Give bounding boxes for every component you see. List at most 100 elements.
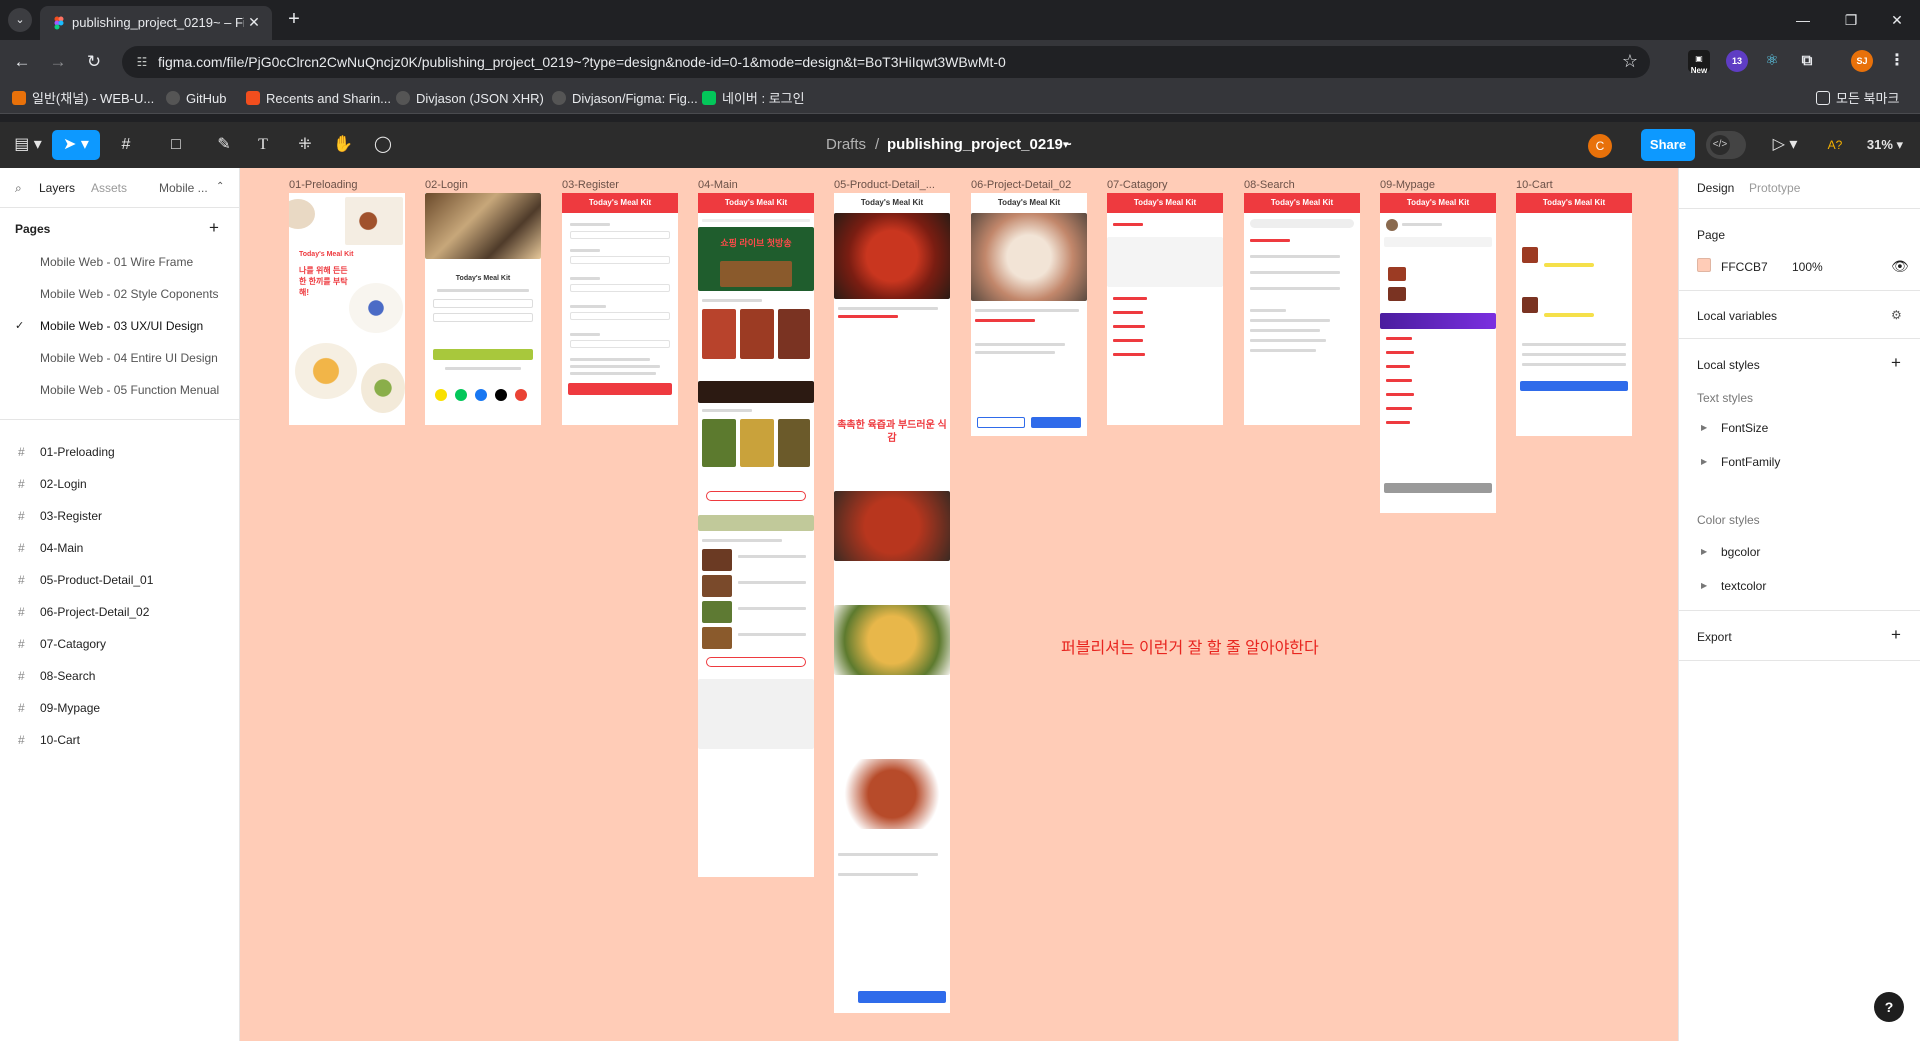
- back-icon[interactable]: ←: [10, 50, 34, 74]
- frame-mypage[interactable]: Today's Meal Kit: [1380, 193, 1496, 513]
- frame-cart[interactable]: Today's Meal Kit: [1516, 193, 1632, 436]
- profile-avatar[interactable]: SJ: [1851, 50, 1873, 72]
- main-menu-icon[interactable]: ▤ ▾: [10, 130, 46, 160]
- extensions-puzzle-icon[interactable]: ⧉: [1796, 50, 1818, 72]
- frame-preloading[interactable]: Today's Meal Kit 나를 위해 든든한 한끼를 부탁해!: [289, 193, 405, 425]
- bookmark-star-icon[interactable]: ☆: [1622, 51, 1638, 72]
- forward-icon[interactable]: →: [46, 50, 70, 74]
- page-color-opacity[interactable]: 100%: [1792, 260, 1823, 274]
- layer-item[interactable]: #07-Catagory: [0, 629, 239, 659]
- text-tool-icon[interactable]: T: [250, 130, 276, 160]
- tab-layers[interactable]: Layers: [39, 181, 75, 195]
- bookmark-item[interactable]: 일반(채널) - WEB-U...: [12, 90, 154, 108]
- eye-icon[interactable]: 👁: [1891, 258, 1909, 275]
- move-tool-icon[interactable]: ➤ ▾: [52, 130, 100, 160]
- bookmark-item[interactable]: Divjason (JSON XHR): [396, 90, 544, 108]
- pen-tool-icon[interactable]: ✎: [206, 130, 242, 160]
- react-devtools-icon[interactable]: ⚛: [1761, 50, 1783, 72]
- frame-login[interactable]: Today's Meal Kit: [425, 193, 541, 425]
- layers-search-icon[interactable]: ⌕: [15, 181, 22, 196]
- chevron-right-icon[interactable]: ▶: [1701, 423, 1707, 432]
- help-button[interactable]: ?: [1874, 992, 1904, 1022]
- frame-label[interactable]: 07-Catagory: [1107, 179, 1168, 191]
- window-close-icon[interactable]: ✕: [1882, 8, 1912, 32]
- add-page-icon[interactable]: +: [209, 218, 219, 238]
- page-item[interactable]: Mobile Web - 01 Wire Frame: [0, 247, 239, 277]
- dev-mode-toggle[interactable]: </>: [1706, 131, 1746, 159]
- shape-tool-icon[interactable]: □: [158, 130, 194, 160]
- page-item-current[interactable]: ✓ Mobile Web - 03 UX/UI Design: [0, 311, 239, 341]
- frame-label[interactable]: 01-Preloading: [289, 179, 358, 191]
- browser-menu-icon[interactable]: ⋮: [1886, 50, 1908, 72]
- color-style-item[interactable]: bgcolor: [1721, 545, 1760, 559]
- page-item[interactable]: Mobile Web - 05 Function Menual: [0, 375, 239, 405]
- tab-close-icon[interactable]: ✕: [246, 14, 262, 30]
- design-canvas[interactable]: 01-Preloading 02-Login 03-Register 04-Ma…: [240, 168, 1678, 1041]
- frame-product-detail-01[interactable]: Today's Meal Kit 촉촉한 육즙과 부드러운 식감: [834, 193, 950, 1013]
- file-name[interactable]: publishing_project_0219~: [887, 136, 1072, 153]
- frame-register[interactable]: Today's Meal Kit: [562, 193, 678, 425]
- current-page-selector[interactable]: Mobile ...: [159, 181, 208, 195]
- bookmark-item[interactable]: Recents and Sharin...: [246, 90, 391, 108]
- canvas-text-note[interactable]: 퍼블리셔는 이런거 잘 할 줄 알아야한다: [1061, 634, 1319, 658]
- comment-tool-icon[interactable]: ◯: [368, 130, 398, 160]
- frame-catagory[interactable]: Today's Meal Kit: [1107, 193, 1223, 425]
- zoom-level[interactable]: 31% ▾: [1862, 130, 1908, 160]
- all-bookmarks[interactable]: 모든 북마크: [1816, 90, 1899, 108]
- layer-item[interactable]: #10-Cart: [0, 725, 239, 755]
- frame-label[interactable]: 03-Register: [562, 179, 619, 191]
- layer-item[interactable]: #04-Main: [0, 533, 239, 563]
- local-variables[interactable]: Local variables: [1697, 309, 1777, 323]
- layer-item[interactable]: #08-Search: [0, 661, 239, 691]
- extension-new-icon[interactable]: ▣ New: [1688, 50, 1710, 75]
- tab-search-icon[interactable]: ⌄: [8, 8, 32, 32]
- resources-icon[interactable]: ⁜: [290, 130, 320, 160]
- tab-design[interactable]: Design: [1697, 181, 1734, 195]
- layer-item[interactable]: #03-Register: [0, 501, 239, 531]
- color-style-item[interactable]: textcolor: [1721, 579, 1766, 593]
- frame-label[interactable]: 06-Project-Detail_02: [971, 179, 1071, 191]
- add-style-icon[interactable]: +: [1891, 353, 1901, 373]
- frame-tool-icon[interactable]: #: [108, 130, 144, 160]
- page-item[interactable]: Mobile Web - 02 Style Coponents: [0, 279, 239, 309]
- layer-item[interactable]: #02-Login: [0, 469, 239, 499]
- collaborator-avatar[interactable]: C: [1588, 134, 1612, 158]
- restore-icon[interactable]: ❐: [1836, 8, 1866, 32]
- ai-label[interactable]: A?: [1820, 130, 1850, 160]
- tab-prototype[interactable]: Prototype: [1749, 181, 1800, 195]
- site-info-icon[interactable]: ☷: [134, 54, 150, 70]
- breadcrumb-drafts[interactable]: Drafts: [826, 136, 866, 153]
- chevron-right-icon[interactable]: ▶: [1701, 581, 1707, 590]
- layer-item[interactable]: #09-Mypage: [0, 693, 239, 723]
- variables-icon[interactable]: ⚙: [1891, 308, 1902, 322]
- frame-label[interactable]: 09-Mypage: [1380, 179, 1435, 191]
- layer-item[interactable]: #06-Project-Detail_02: [0, 597, 239, 627]
- chevron-down-icon[interactable]: ▾: [1063, 138, 1069, 151]
- layer-item[interactable]: #01-Preloading: [0, 437, 239, 467]
- frame-search[interactable]: Today's Meal Kit: [1244, 193, 1360, 425]
- new-tab-icon[interactable]: +: [282, 8, 306, 32]
- bookmark-item[interactable]: 네이버 : 로그인: [702, 90, 805, 108]
- layer-item[interactable]: #05-Product-Detail_01: [0, 565, 239, 595]
- frame-label[interactable]: 04-Main: [698, 179, 738, 191]
- page-item[interactable]: Mobile Web - 04 Entire UI Design: [0, 343, 239, 373]
- omnibox[interactable]: ☷ figma.com/file/PjG0cClrcn2CwNuQncjz0K/…: [122, 46, 1650, 78]
- reload-icon[interactable]: ↻: [82, 50, 106, 74]
- frame-main[interactable]: Today's Meal Kit 쇼핑 라이브 첫방송: [698, 193, 814, 877]
- page-color-hex[interactable]: FFCCB7: [1721, 260, 1768, 274]
- chevron-right-icon[interactable]: ▶: [1701, 547, 1707, 556]
- frame-label[interactable]: 05-Product-Detail_...: [834, 179, 935, 191]
- share-button[interactable]: Share: [1641, 129, 1695, 161]
- chevron-up-icon[interactable]: ⌃: [216, 181, 224, 192]
- text-style-item[interactable]: FontSize: [1721, 421, 1768, 435]
- bookmark-item[interactable]: GitHub: [166, 90, 226, 108]
- add-export-icon[interactable]: +: [1891, 625, 1901, 645]
- play-icon[interactable]: ▷ ▾: [1767, 130, 1803, 160]
- tab-assets[interactable]: Assets: [91, 181, 127, 195]
- page-color-swatch[interactable]: [1697, 258, 1711, 272]
- frame-label[interactable]: 02-Login: [425, 179, 468, 191]
- hand-tool-icon[interactable]: ✋: [328, 130, 358, 160]
- extension-badge-icon[interactable]: 13: [1726, 50, 1748, 72]
- frame-label[interactable]: 10-Cart: [1516, 179, 1553, 191]
- text-style-item[interactable]: FontFamily: [1721, 455, 1780, 469]
